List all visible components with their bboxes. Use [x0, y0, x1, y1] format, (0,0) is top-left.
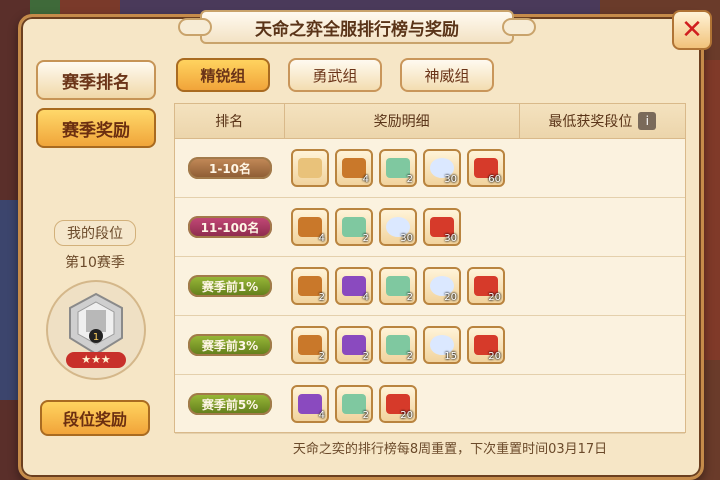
reward-table: 排名 奖励明细 最低获奖段位 i 1-10名 4 2 30 60 11-100名 4 2 30 3… [174, 103, 686, 434]
rank-reward-label: 段位奖励 [62, 410, 127, 429]
reward-count: 2 [406, 351, 413, 362]
reward-count: 20 [444, 292, 457, 303]
my-rank-section: 我的段位 第10赛季 [30, 220, 160, 272]
reward-list: 2 2 2 15 20 [285, 326, 505, 364]
table-row: 11-100名 4 2 30 30 [175, 198, 685, 257]
header-min-rank-label: 最低获奖段位 [548, 114, 633, 130]
reward-count: 20 [400, 410, 413, 421]
reward-count: 2 [362, 410, 369, 421]
reward-item[interactable]: 2 [335, 385, 373, 423]
table-row: 赛季前5% 4 2 20 [175, 375, 685, 434]
reward-list: 4 2 30 30 [285, 208, 461, 246]
reward-count: 60 [488, 174, 501, 185]
reward-item[interactable]: 2 [379, 326, 417, 364]
tab-divine-group[interactable]: 神威组 [400, 58, 494, 92]
tab-brave-label: 勇武组 [312, 66, 358, 85]
rank-reward-button[interactable]: 段位奖励 [40, 400, 150, 436]
rank-badge: 赛季前3% [188, 334, 272, 356]
reward-count: 2 [362, 233, 369, 244]
my-rank-label: 我的段位 [67, 226, 123, 242]
reward-item[interactable]: 20 [467, 267, 505, 305]
table-row: 赛季前1% 2 4 2 20 20 [175, 257, 685, 316]
close-button[interactable]: ✕ [672, 10, 712, 50]
rank-cell: 赛季前5% [175, 393, 285, 415]
reward-item[interactable]: 4 [335, 267, 373, 305]
reward-count: 2 [318, 351, 325, 362]
reward-count: 4 [362, 174, 369, 185]
rank-cell: 11-100名 [175, 216, 285, 238]
reward-item[interactable]: 2 [379, 267, 417, 305]
info-icon[interactable]: i [638, 112, 657, 130]
reward-item[interactable]: 30 [423, 208, 461, 246]
season-reward-button[interactable]: 赛季奖励 [36, 108, 156, 148]
season-rank-button[interactable]: 赛季排名 [36, 60, 156, 100]
reward-count: 4 [362, 292, 369, 303]
header-rank: 排名 [175, 104, 285, 138]
rank-cell: 1-10名 [175, 157, 285, 179]
season-reward-label: 赛季奖励 [62, 120, 130, 141]
reward-item[interactable]: 2 [291, 326, 329, 364]
table-header: 排名 奖励明细 最低获奖段位 i [175, 104, 685, 139]
reward-count: 2 [362, 351, 369, 362]
rank-badge-emblem: 1 ★★★ [46, 280, 146, 380]
reward-count: 20 [488, 292, 501, 303]
close-icon: ✕ [681, 15, 703, 45]
group-tabs: 精锐组 勇武组 神威组 [176, 58, 494, 92]
reward-count: 2 [406, 292, 413, 303]
reward-count: 15 [444, 351, 457, 362]
reward-count: 4 [318, 410, 325, 421]
reward-item[interactable]: 4 [335, 149, 373, 187]
reward-item[interactable]: 20 [467, 326, 505, 364]
scroll-icon [298, 158, 322, 178]
reward-list: 2 4 2 20 20 [285, 267, 505, 305]
reward-list: 4 2 30 60 [285, 149, 505, 187]
season-rank-label: 赛季排名 [62, 72, 130, 93]
reward-list: 4 2 20 [285, 385, 417, 423]
season-number: 第10赛季 [65, 255, 125, 271]
reward-count: 30 [400, 233, 413, 244]
reward-item[interactable]: 2 [379, 149, 417, 187]
reward-item[interactable]: 20 [379, 385, 417, 423]
reward-item[interactable]: 30 [423, 149, 461, 187]
reward-item[interactable]: 30 [379, 208, 417, 246]
rank-cell: 赛季前3% [175, 334, 285, 356]
reward-item[interactable]: 2 [335, 208, 373, 246]
reward-item[interactable]: 4 [291, 208, 329, 246]
reward-item[interactable] [291, 149, 329, 187]
tab-divine-label: 神威组 [424, 66, 470, 85]
my-rank-tag: 我的段位 [54, 220, 136, 246]
badge-stars: ★★★ [66, 352, 126, 368]
reward-item[interactable]: 4 [291, 385, 329, 423]
header-min-rank: 最低获奖段位 i [520, 104, 685, 138]
table-rows: 1-10名 4 2 30 60 11-100名 4 2 30 30 赛季前1% 2 4 2 20 20 赛季前3… [175, 139, 685, 434]
table-row: 1-10名 4 2 30 60 [175, 139, 685, 198]
rank-badge: 11-100名 [188, 216, 272, 238]
tab-elite-label: 精锐组 [200, 66, 246, 85]
tab-brave-group[interactable]: 勇武组 [288, 58, 382, 92]
header-reward-details: 奖励明细 [285, 104, 520, 138]
tab-elite-group[interactable]: 精锐组 [176, 58, 270, 92]
rank-badge: 赛季前1% [188, 275, 272, 297]
reward-item[interactable]: 15 [423, 326, 461, 364]
panel-title-text: 天命之弈全服排行榜与奖励 [255, 19, 459, 40]
reward-count: 2 [406, 174, 413, 185]
reward-count: 20 [488, 351, 501, 362]
reward-item[interactable]: 2 [291, 267, 329, 305]
panel-title: 天命之弈全服排行榜与奖励 [178, 10, 536, 44]
rank-badge: 1-10名 [188, 157, 272, 179]
reward-count: 30 [444, 233, 457, 244]
table-row: 赛季前3% 2 2 2 15 20 [175, 316, 685, 375]
reward-item[interactable]: 60 [467, 149, 505, 187]
reward-count: 30 [444, 174, 457, 185]
reward-item[interactable]: 2 [335, 326, 373, 364]
reset-notice: 天命之奕的排行榜每8周重置，下次重置时间03月17日 [292, 442, 608, 457]
badge-level: 1 [93, 332, 99, 343]
silver-rank-badge-icon: 1 [69, 292, 123, 356]
reward-item[interactable]: 20 [423, 267, 461, 305]
rank-badge: 赛季前5% [188, 393, 272, 415]
reward-count: 2 [318, 292, 325, 303]
rank-cell: 赛季前1% [175, 275, 285, 297]
reward-count: 4 [318, 233, 325, 244]
